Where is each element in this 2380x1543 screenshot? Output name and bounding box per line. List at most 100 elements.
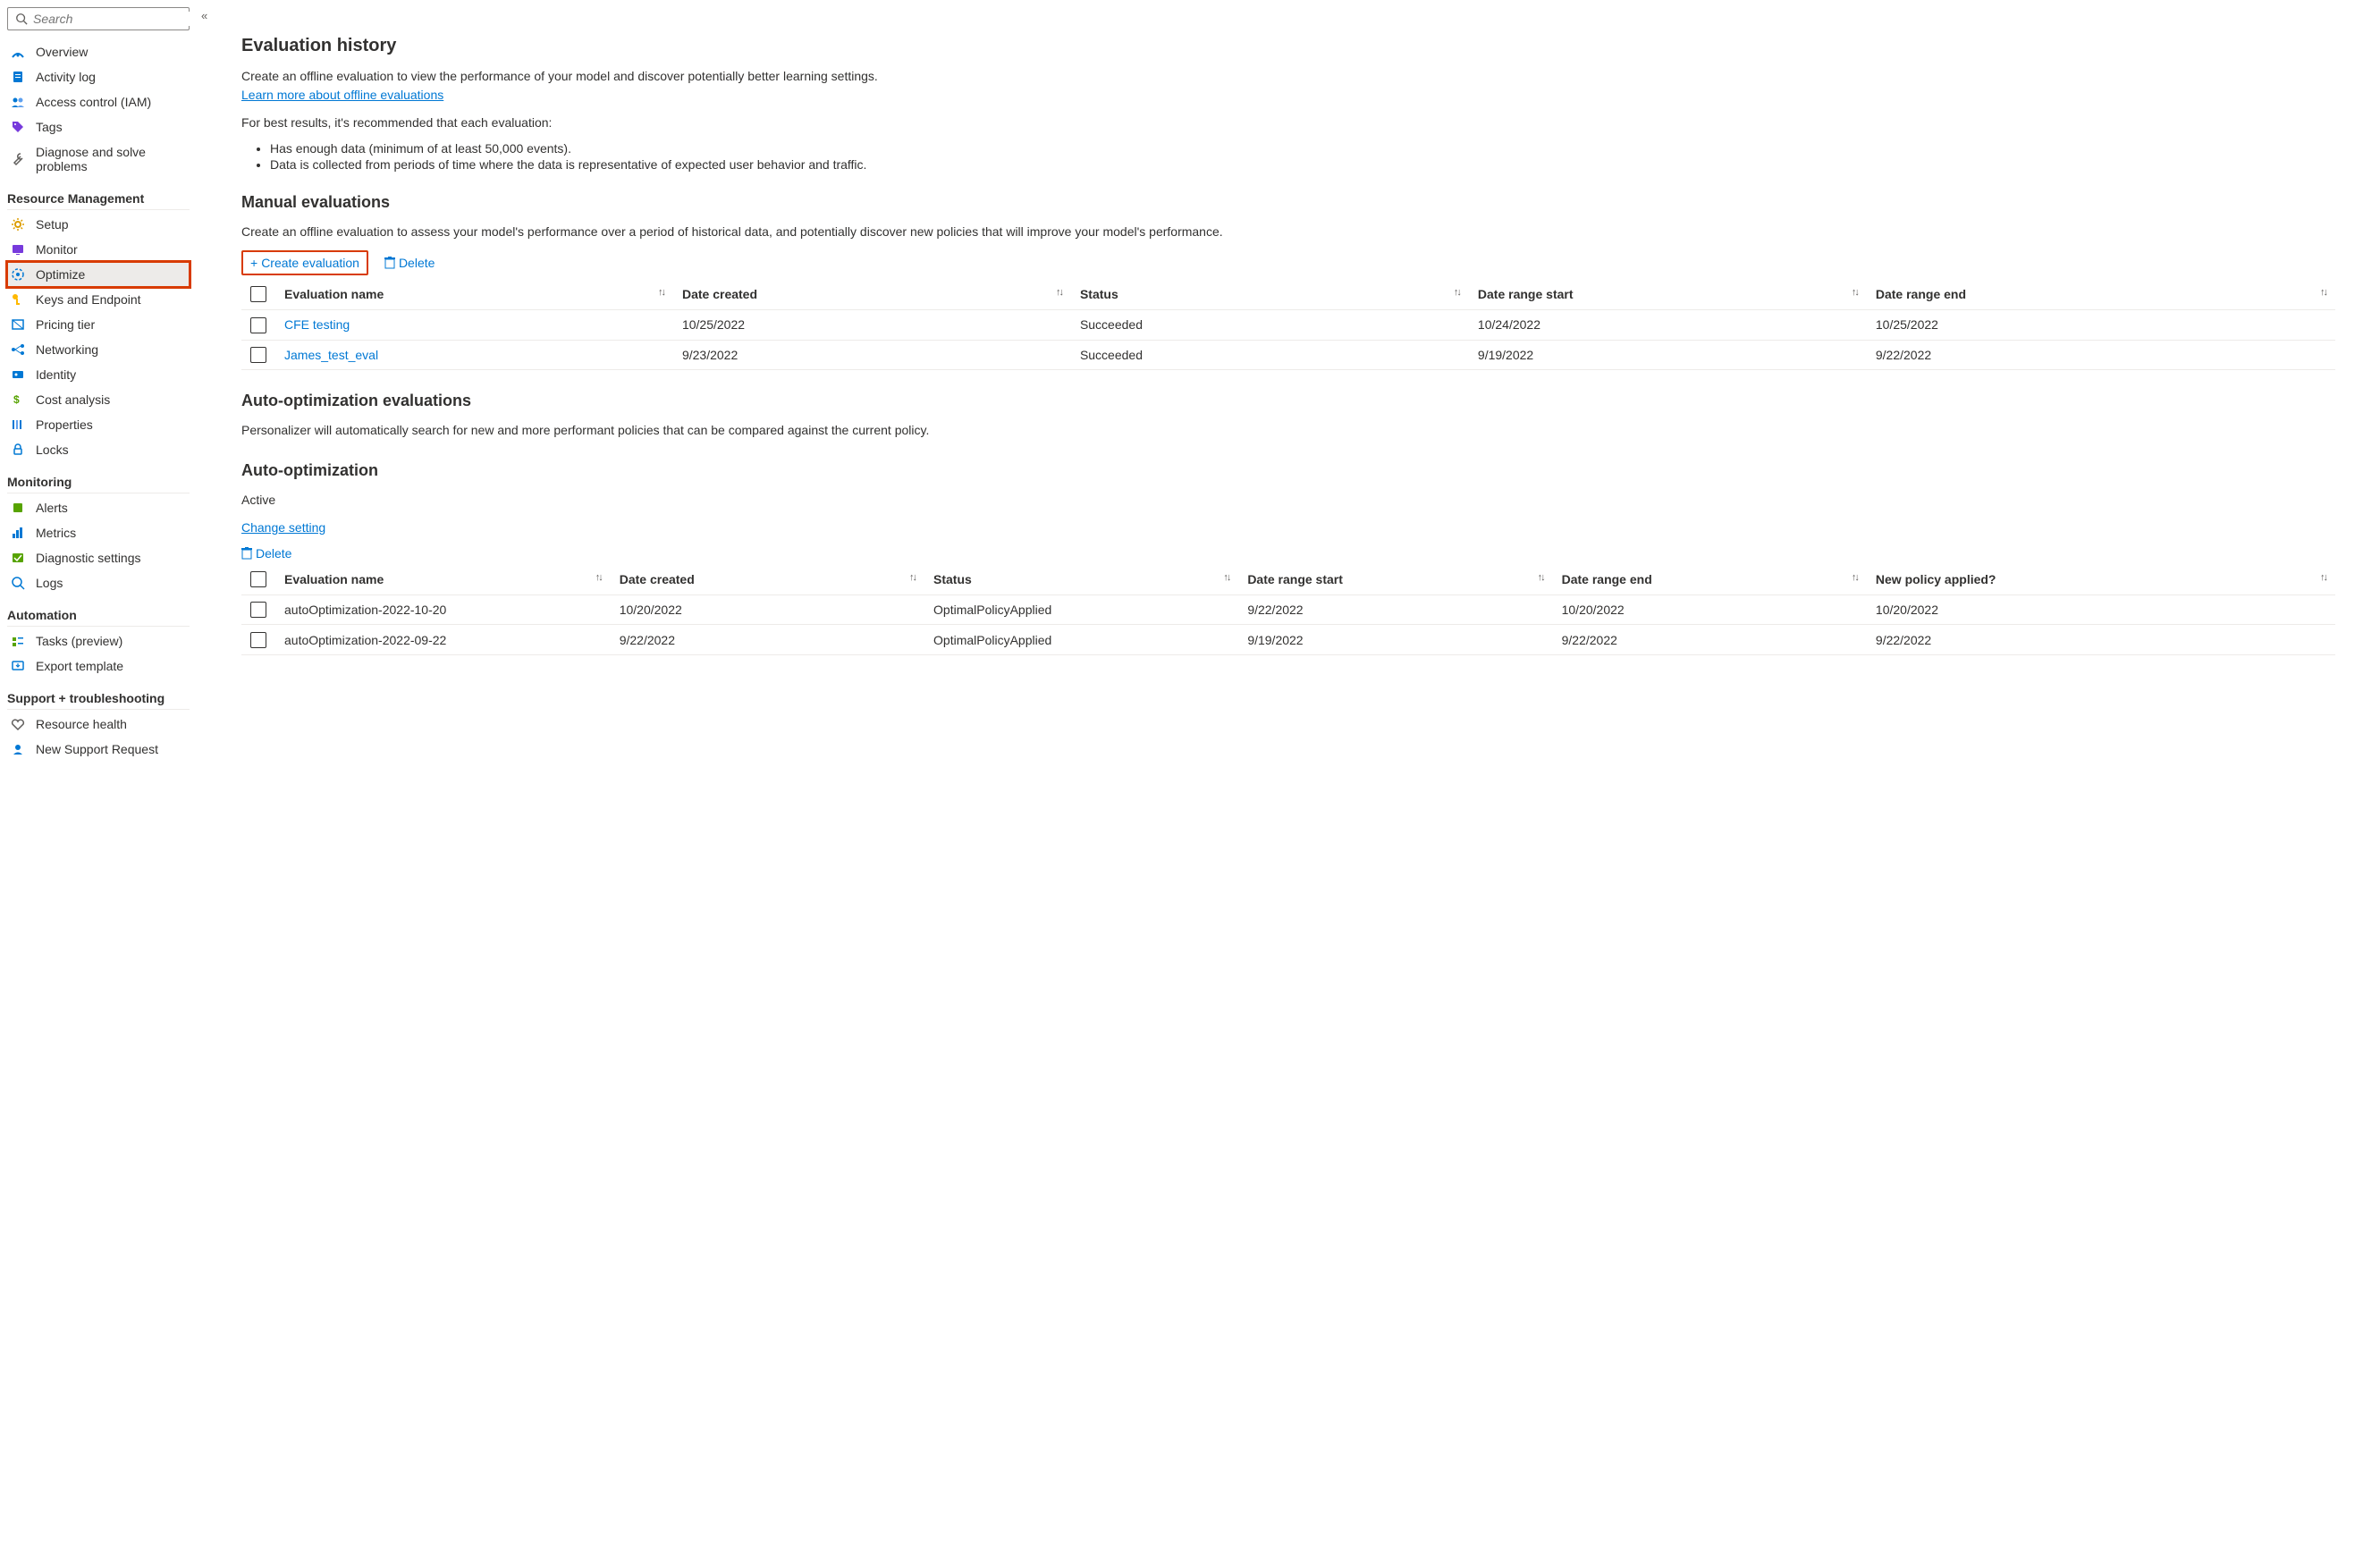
checkbox[interactable] [250,286,266,302]
sidebar-item-label: Resource health [36,717,127,731]
sidebar-item-cost-analysis[interactable]: $ Cost analysis [7,387,190,412]
column-header-created[interactable]: Date created↑↓ [611,564,924,595]
cell-applied: 10/20/2022 [1867,595,2335,625]
column-header-range-end[interactable]: Date range end↑↓ [1553,564,1867,595]
cell-created: 9/22/2022 [611,625,924,654]
delete-label: Delete [399,256,435,270]
cell-status: Succeeded [1071,310,1469,340]
learn-more-link[interactable]: Learn more about offline evaluations [241,88,443,102]
sidebar-item-access-control[interactable]: Access control (IAM) [7,89,190,114]
auto-opt-toolbar: Delete [241,546,2335,561]
cell-status: OptimalPolicyApplied [924,595,1238,625]
column-header-range-end[interactable]: Date range end↑↓ [1867,279,2335,310]
sidebar-item-label: Diagnose and solve problems [36,145,186,173]
row-checkbox[interactable] [250,347,266,363]
network-icon [11,342,25,357]
sidebar-item-networking[interactable]: Networking [7,337,190,362]
cell-end: 10/25/2022 [1867,310,2335,340]
optimize-icon [11,267,25,282]
collapse-sidebar-icon[interactable]: « [201,9,207,22]
sidebar-item-label: New Support Request [36,742,158,756]
row-checkbox[interactable] [250,632,266,648]
auto-delete-button[interactable]: Delete [241,546,291,561]
sidebar-item-label: Tags [36,120,63,134]
tag-icon [11,120,25,134]
evaluation-name-link[interactable]: CFE testing [275,310,673,340]
tips-intro: For best results, it's recommended that … [241,114,2335,132]
sidebar-item-alerts[interactable]: Alerts [7,495,190,520]
sort-icon: ↑↓ [2320,287,2326,298]
row-checkbox[interactable] [250,317,266,333]
column-header-status[interactable]: Status↑↓ [924,564,1238,595]
sidebar-item-tasks[interactable]: Tasks (preview) [7,628,190,653]
sort-icon: ↑↓ [595,572,602,583]
sidebar-item-label: Networking [36,342,98,357]
column-header-range-start[interactable]: Date range start↑↓ [1469,279,1867,310]
cell-created: 9/23/2022 [673,340,1071,369]
sidebar-item-activity-log[interactable]: Activity log [7,64,190,89]
column-header-policy-applied[interactable]: New policy applied?↑↓ [1867,564,2335,595]
search-box[interactable] [7,7,190,30]
column-header-name[interactable]: Evaluation name↑↓ [275,279,673,310]
sidebar-item-export-template[interactable]: Export template [7,653,190,679]
sidebar-item-overview[interactable]: Overview [7,39,190,64]
diag-icon [11,551,25,565]
sidebar-item-identity[interactable]: Identity [7,362,190,387]
row-checkbox[interactable] [250,602,266,618]
change-setting-link[interactable]: Change setting [241,520,325,535]
column-header-name[interactable]: Evaluation name↑↓ [275,564,611,595]
select-all-header[interactable] [241,279,275,310]
metrics-icon [11,526,25,540]
sidebar-item-label: Cost analysis [36,392,110,407]
select-all-header[interactable] [241,564,275,595]
sidebar-item-pricing-tier[interactable]: Pricing tier [7,312,190,337]
column-header-range-start[interactable]: Date range start↑↓ [1238,564,1552,595]
sidebar-item-monitor[interactable]: Monitor [7,237,190,262]
sidebar-item-tags[interactable]: Tags [7,114,190,139]
checkbox[interactable] [250,571,266,587]
manual-evaluations-table: Evaluation name↑↓ Date created↑↓ Status↑… [241,279,2335,370]
sidebar-item-diagnose[interactable]: Diagnose and solve problems [7,139,190,179]
sidebar-item-optimize[interactable]: Optimize [7,262,190,287]
column-header-created[interactable]: Date created↑↓ [673,279,1071,310]
sidebar-item-diagnostic-settings[interactable]: Diagnostic settings [7,545,190,570]
sidebar-item-label: Pricing tier [36,317,95,332]
sort-icon: ↑↓ [909,572,916,583]
cell-created: 10/20/2022 [611,595,924,625]
cell-end: 9/22/2022 [1867,340,2335,369]
sidebar-item-locks[interactable]: Locks [7,437,190,462]
trash-icon [384,257,395,269]
auto-eval-desc: Personalizer will automatically search f… [241,421,2335,440]
delete-evaluation-button[interactable]: Delete [384,256,435,270]
sidebar-item-label: Keys and Endpoint [36,292,141,307]
sidebar-item-setup[interactable]: Setup [7,212,190,237]
sidebar-item-logs[interactable]: Logs [7,570,190,595]
heart-icon [11,717,25,731]
auto-opt-status: Active [241,491,2335,510]
sidebar-item-keys-endpoint[interactable]: Keys and Endpoint [7,287,190,312]
sidebar-item-metrics[interactable]: Metrics [7,520,190,545]
sidebar-item-properties[interactable]: Properties [7,412,190,437]
sort-icon: ↑↓ [1852,287,1858,298]
evaluation-name-link[interactable]: James_test_eval [275,340,673,369]
tip-item: Has enough data (minimum of at least 50,… [270,141,2335,156]
sidebar-item-resource-health[interactable]: Resource health [7,712,190,737]
cell-end: 10/20/2022 [1553,595,1867,625]
sidebar-primary-group: Overview Activity log Access control (IA… [7,39,190,179]
create-evaluation-button[interactable]: + Create evaluation [250,256,359,270]
table-row: autoOptimization-2022-10-20 10/20/2022 O… [241,595,2335,625]
sidebar-item-new-support-request[interactable]: New Support Request [7,737,190,762]
table-row: CFE testing 10/25/2022 Succeeded 10/24/2… [241,310,2335,340]
sort-icon: ↑↓ [1538,572,1544,583]
identity-icon [11,367,25,382]
sidebar-section-monitoring: Monitoring [7,475,190,493]
column-header-status[interactable]: Status↑↓ [1071,279,1469,310]
sidebar-item-label: Logs [36,576,63,590]
page-title: Evaluation history [241,36,2335,56]
svg-text:$: $ [13,393,20,406]
manual-desc: Create an offline evaluation to assess y… [241,223,2335,241]
tip-item: Data is collected from periods of time w… [270,157,2335,172]
pricing-icon [11,317,25,332]
alerts-icon [11,501,25,515]
search-input[interactable] [33,12,196,26]
